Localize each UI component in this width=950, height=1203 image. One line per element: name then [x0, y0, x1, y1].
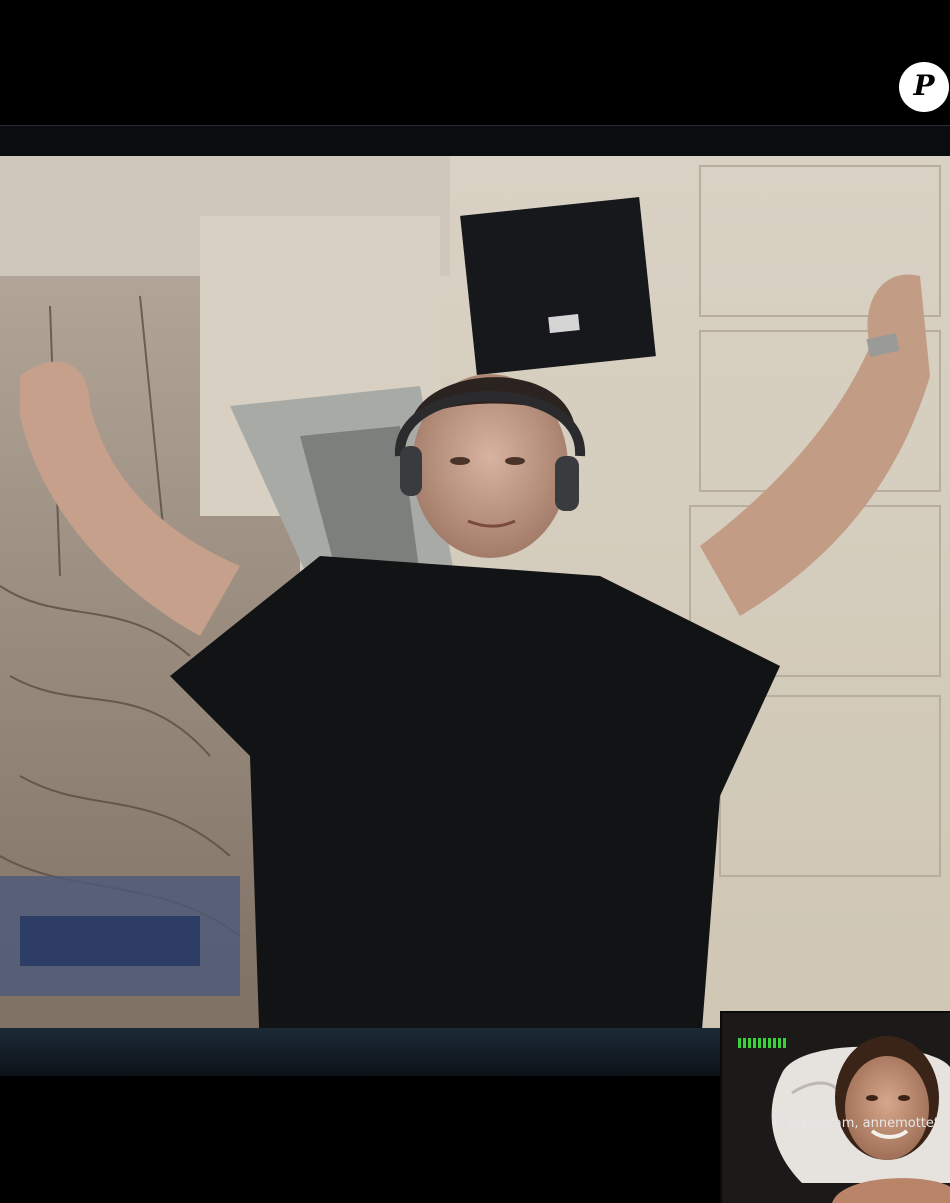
main-video-feed[interactable] [0, 156, 950, 1056]
signal-bar-icon [773, 1038, 776, 1048]
signal-bar-icon [758, 1038, 761, 1048]
astronaut-video-image [0, 156, 950, 1056]
signal-bar-icon [743, 1038, 746, 1048]
photo-credit: © Instagram, annemottet [771, 1116, 939, 1131]
logo-letter: P [913, 69, 935, 102]
signal-bar-icon [748, 1038, 751, 1048]
signal-bar-icon [753, 1038, 756, 1048]
signal-bar-icon [783, 1038, 786, 1048]
signal-bar-icon [763, 1038, 766, 1048]
signal-bar-icon [768, 1038, 771, 1048]
signal-strength-indicator [738, 1038, 786, 1048]
publication-logo: P [899, 62, 949, 112]
signal-bar-icon [778, 1038, 781, 1048]
video-call-frame [0, 125, 950, 1203]
call-control-bar [0, 1028, 720, 1076]
signal-bar-icon [738, 1038, 741, 1048]
